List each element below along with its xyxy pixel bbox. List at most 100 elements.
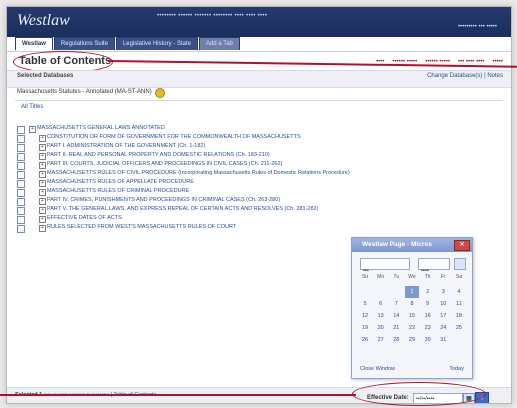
calendar-day[interactable]: 25 [452,322,466,334]
westlaw-logo[interactable]: Westlaw [17,12,70,30]
close-icon[interactable]: ✕ [454,240,470,251]
expand-icon[interactable]: + [39,198,46,205]
top-nav-links: •••••••• •••••• ••••••• •••••••• •••• ••… [157,13,267,19]
tree-item-label[interactable]: CONSTITUTION OR FORM OF GOVERNMENT FOR T… [47,134,301,140]
tree-checkbox[interactable] [17,198,25,206]
expand-icon[interactable]: + [39,216,46,223]
calendar-day[interactable]: 4 [452,286,466,298]
top-nav-right-link[interactable]: ••••••••• ••• ••••• [458,24,497,30]
calendar-day[interactable]: 12 [358,310,372,322]
tab-regulations-suite[interactable]: Regulations Suite [53,37,115,50]
calendar-day[interactable]: 20 [374,322,388,334]
calendar-day[interactable]: 9 [421,298,435,310]
tree-item-label[interactable]: PART II. REAL AND PERSONAL PROPERTY AND … [47,152,270,158]
calendar-day[interactable]: 17 [436,310,450,322]
tree-item-label[interactable]: PART I. ADMINISTRATION OF THE GOVERNMENT… [47,143,205,149]
tree-item-label[interactable]: MASSACHUSETTS RULES OF APPELLATE PROCEDU… [47,179,194,185]
calendar-day[interactable]: 28 [389,334,403,346]
year-select[interactable]: •••• [418,258,450,274]
tree-checkbox[interactable] [17,207,25,215]
calendar-day[interactable]: 16 [421,310,435,322]
tab-westlaw[interactable]: Westlaw [15,37,53,50]
expand-icon[interactable]: + [39,207,46,214]
calendar-day[interactable]: 22 [405,322,419,334]
tab-add-a-tab[interactable]: Add a Tab [198,37,240,50]
expand-icon[interactable]: + [39,180,46,187]
tab-strip: Westlaw Regulations Suite Legislative Hi… [15,37,240,50]
weekday-label: Su [361,274,369,280]
calendar-next-icon[interactable] [454,258,466,270]
calendar-day[interactable]: 3 [436,286,450,298]
calendar-day[interactable]: 15 [405,310,419,322]
tree-checkbox[interactable] [17,162,25,170]
toc-tree: + MASSACHUSETTS GENERAL LAWS ANNOTATED + CO… [17,125,350,233]
tree-checkbox[interactable] [17,153,25,161]
calendar-day[interactable]: 8 [405,298,419,310]
tree-checkbox[interactable] [17,189,25,197]
tree-checkbox[interactable] [17,135,25,143]
calendar-day[interactable]: 2 [421,286,435,298]
calendar-day[interactable]: 14 [389,310,403,322]
tree-checkbox[interactable] [17,180,25,188]
expand-icon[interactable]: + [39,144,46,151]
tree-item-label[interactable]: MASSACHUSETTS RULES OF CIVIL PROCEDURE (… [47,170,350,176]
tree-item-label[interactable]: EFFECTIVE DATES OF ACTS [47,215,122,221]
calendar-day[interactable]: 31 [436,334,450,346]
calendar-day[interactable]: 11 [452,298,466,310]
tool-link-5[interactable]: ••••• [492,59,503,65]
calendar-day[interactable]: 10 [436,298,450,310]
tree-checkbox[interactable] [17,144,25,152]
toc-tree-row: + PART IV. CRIMES, PUNISHMENTS AND PROCEE… [17,197,347,206]
expand-icon[interactable]: + [39,189,46,196]
expand-icon[interactable]: + [39,135,46,142]
expand-icon[interactable]: + [29,126,36,133]
expand-icon[interactable]: + [39,153,46,160]
month-select[interactable]: ••• [360,258,410,274]
calendar-day[interactable]: 19 [358,322,372,334]
tree-item-label[interactable]: PART IV. CRIMES, PUNISHMENTS AND PROCEED… [47,197,280,203]
tree-item-label[interactable]: MASSACHUSETTS GENERAL LAWS ANNOTATED [37,125,165,131]
tab-legislative-history[interactable]: Legislative History - State [115,37,198,50]
calendar-day[interactable]: 26 [358,334,372,346]
all-titles-link[interactable]: All Titles [21,104,43,110]
calendar-day[interactable]: 5 [358,298,372,310]
calendar-day[interactable]: 18 [452,310,466,322]
database-info-icon[interactable] [155,88,165,98]
toc-tree-row: + PART II. REAL AND PERSONAL PROPERTY AND… [17,152,347,161]
expand-icon[interactable]: + [39,162,46,169]
calendar-day [358,286,372,298]
calendar-day[interactable]: 23 [421,322,435,334]
calendar-popup: Westlaw Page - Micros ✕ ••• •••• Su Mo Tu W… [351,237,473,379]
tree-checkbox[interactable] [17,225,25,233]
tree-checkbox[interactable] [17,216,25,224]
calendar-day[interactable]: 27 [374,334,388,346]
change-database-link[interactable]: Change Database(s) | Notes [427,73,503,79]
today-link[interactable]: Today [449,366,464,372]
calendar-day[interactable]: 30 [421,334,435,346]
tree-item-label[interactable]: RULES SELECTED FROM WEST'S MASSACHUSETTS… [47,224,236,230]
tree-item-label[interactable]: PART V. THE GENERAL LAWS, AND EXPRESS RE… [47,206,318,212]
calendar-day[interactable]: 13 [374,310,388,322]
calendar-day[interactable]: 29 [405,334,419,346]
calendar-day[interactable]: 1 [404,286,419,298]
expand-icon[interactable]: + [39,225,46,232]
tree-item-label[interactable]: MASSACHUSETTS RULES OF CRIMINAL PROCEDUR… [47,188,189,194]
tree-checkbox[interactable] [17,171,25,179]
calendar-popup-title-text: Westlaw Page - Micros [362,241,432,248]
close-window-link[interactable]: Close Window [360,366,395,372]
calendar-day[interactable]: 24 [436,322,450,334]
calendar-day[interactable]: 7 [389,298,403,310]
tree-item-label[interactable]: PART III. COURTS, JUDICIAL OFFICERS AND … [47,161,282,167]
toc-tree-row: + MASSACHUSETTS RULES OF CIVIL PROCEDURE … [17,170,350,179]
toc-tree-row: + PART III. COURTS, JUDICIAL OFFICERS AND… [17,161,347,170]
weekday-label: Tu [393,274,400,280]
selected-databases-label: Selected Databases [17,73,74,79]
calendar-day[interactable]: 6 [374,298,388,310]
tree-checkbox[interactable] [17,126,25,134]
expand-icon[interactable]: + [39,171,46,178]
toc-tree-row: + CONSTITUTION OR FORM OF GOVERNMENT FOR … [17,134,347,143]
calendar-day[interactable]: 21 [389,322,403,334]
calendar-popup-title: Westlaw Page - Micros ✕ [352,238,472,252]
top-nav-link[interactable]: •••••••• •••••• ••••••• •••••••• •••• ••… [157,13,267,19]
weekday-label: Mo [377,274,385,280]
